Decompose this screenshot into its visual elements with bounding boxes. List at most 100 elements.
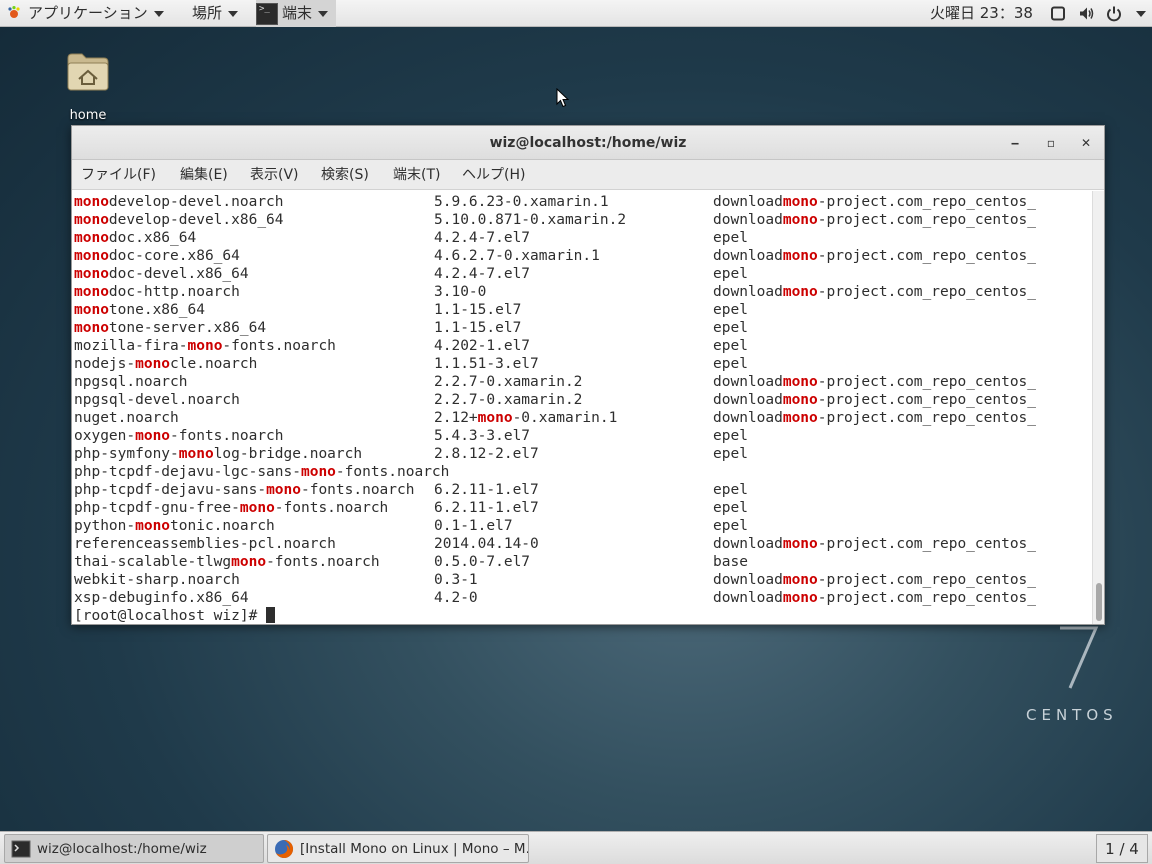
taskbar: wiz@localhost:/home/wiz [Install Mono on… [0, 831, 1152, 864]
search-highlight: mono [782, 284, 818, 300]
mouse-pointer-icon [556, 88, 570, 108]
package-version: 4.6.2.7-0.xamarin.1 [434, 248, 600, 264]
gnome-foot-icon [8, 6, 20, 18]
package-name: monodoc.x86_64 [74, 230, 197, 246]
package-name: monodevelop-devel.x86_64 [74, 212, 284, 228]
desktop-home-icon[interactable]: home [58, 50, 118, 123]
applications-label: アプリケーション [28, 4, 148, 22]
scrollbar[interactable] [1092, 191, 1104, 624]
task-firefox-label: [Install Mono on Linux | Mono – M… [300, 841, 529, 857]
package-name: referenceassemblies-pcl.noarch [74, 536, 336, 552]
places-label: 場所 [192, 4, 223, 22]
maximize-button[interactable]: ▫ [1042, 134, 1060, 152]
search-highlight: mono [782, 572, 818, 588]
search-highlight: mono [239, 500, 275, 516]
package-repo: epel [713, 446, 748, 462]
package-version: 4.202-1.el7 [434, 338, 531, 354]
minimize-button[interactable]: ‒ [1006, 134, 1024, 152]
package-name: webkit-sharp.noarch [74, 572, 240, 588]
search-highlight: mono [782, 392, 818, 408]
prompt-text: [root@localhost wiz]# [74, 608, 267, 624]
applications-menu[interactable]: アプリケーション [6, 0, 164, 27]
package-name: monodoc-core.x86_64 [74, 248, 240, 264]
search-highlight: mono [782, 248, 818, 264]
top-panel: アプリケーション 場所 >_ 端末 火曜日 23：38 [0, 0, 1152, 27]
search-highlight: mono [782, 194, 818, 210]
package-name: nodejs-monocle.noarch [74, 356, 258, 372]
search-highlight: mono [74, 194, 109, 210]
package-version: 4.2.4-7.el7 [434, 266, 531, 282]
task-firefox[interactable]: [Install Mono on Linux | Mono – M… [267, 834, 529, 863]
places-menu[interactable]: 場所 [192, 0, 239, 27]
package-repo: downloadmono-project.com_repo_centos_ [713, 410, 1037, 426]
package-repo: epel [713, 428, 748, 444]
volume-icon[interactable] [1078, 5, 1096, 22]
menu-view[interactable]: 表示(V) [250, 160, 299, 190]
package-version: 6.2.11-1.el7 [434, 482, 539, 498]
scrollbar-thumb[interactable] [1096, 583, 1102, 621]
search-highlight: mono [178, 446, 214, 462]
menu-edit[interactable]: 編集(E) [180, 160, 228, 190]
search-highlight: mono [231, 554, 267, 570]
package-repo: epel [713, 302, 748, 318]
package-version: 6.2.11-1.el7 [434, 500, 539, 516]
search-highlight: mono [135, 518, 171, 534]
package-version: 1.1-15.el7 [434, 302, 522, 318]
package-repo: downloadmono-project.com_repo_centos_ [713, 248, 1037, 264]
search-highlight: mono [74, 284, 109, 300]
search-highlight: mono [782, 410, 818, 426]
search-highlight: mono [782, 212, 818, 228]
window-icon[interactable] [1050, 5, 1066, 22]
package-repo: epel [713, 266, 748, 282]
package-name: php-symfony-monolog-bridge.noarch [74, 446, 363, 462]
package-version: 4.2.4-7.el7 [434, 230, 531, 246]
package-version: 5.4.3-3.el7 [434, 428, 531, 444]
chevron-down-icon [318, 10, 329, 17]
package-version: 0.5.0-7.el7 [434, 554, 531, 570]
search-highlight: mono [74, 302, 109, 318]
menu-file[interactable]: ファイル(F) [81, 160, 156, 190]
menu-terminal[interactable]: 端末(T) [393, 160, 440, 190]
search-highlight: mono [74, 212, 109, 228]
terminal-window: wiz@localhost:/home/wiz ‒ ▫ ✕ ファイル(F) 編集… [71, 125, 1105, 625]
package-repo: base [713, 554, 748, 570]
search-highlight: mono [782, 536, 818, 552]
workspace-indicator[interactable]: 1 / 4 [1096, 834, 1148, 863]
terminal-app-menu[interactable]: >_ 端末 [256, 0, 337, 27]
firefox-icon [275, 839, 294, 858]
package-version: 2.2.7-0.xamarin.2 [434, 392, 583, 408]
search-highlight: mono [782, 590, 818, 606]
task-terminal-label: wiz@localhost:/home/wiz [37, 841, 207, 857]
chevron-down-icon[interactable] [1136, 11, 1146, 17]
package-repo: epel [713, 230, 748, 246]
package-repo: downloadmono-project.com_repo_centos_ [713, 194, 1037, 210]
package-repo: downloadmono-project.com_repo_centos_ [713, 212, 1037, 228]
package-name: xsp-debuginfo.x86_64 [74, 590, 249, 606]
search-highlight: mono [74, 266, 109, 282]
window-title: wiz@localhost:/home/wiz [489, 135, 687, 151]
package-repo: epel [713, 500, 748, 516]
package-repo: epel [713, 482, 748, 498]
package-name: thai-scalable-tlwgmono-fonts.noarch [74, 554, 380, 570]
search-highlight: mono [135, 428, 171, 444]
task-terminal[interactable]: wiz@localhost:/home/wiz [4, 834, 264, 863]
package-name: php-tcpdf-dejavu-sans-mono-fonts.noarch [74, 482, 415, 498]
clock[interactable]: 火曜日 23：38 [930, 0, 1033, 27]
shell-prompt[interactable]: [root@localhost wiz]# [74, 607, 276, 624]
package-repo: epel [713, 320, 748, 336]
window-titlebar[interactable]: wiz@localhost:/home/wiz ‒ ▫ ✕ [72, 126, 1104, 160]
power-icon[interactable] [1106, 5, 1122, 22]
terminal-output[interactable]: monodevelop-devel.noarch 5.9.6.23-0.xamar… [72, 191, 1092, 624]
menubar: ファイル(F) 編集(E) 表示(V) 検索(S) 端末(T) ヘルプ(H) [72, 160, 1104, 190]
home-folder-icon [67, 53, 109, 91]
package-name: python-monotonic.noarch [74, 518, 275, 534]
package-name: monotone.x86_64 [74, 302, 205, 318]
package-name: monodoc-devel.x86_64 [74, 266, 249, 282]
menu-search[interactable]: 検索(S) [321, 160, 369, 190]
package-name: monodevelop-devel.noarch [74, 194, 284, 210]
menu-help[interactable]: ヘルプ(H) [462, 160, 525, 190]
package-repo: epel [713, 518, 748, 534]
close-button[interactable]: ✕ [1077, 134, 1095, 152]
package-version: 5.10.0.871-0.xamarin.2 [434, 212, 627, 228]
package-version: 2.2.7-0.xamarin.2 [434, 374, 583, 390]
